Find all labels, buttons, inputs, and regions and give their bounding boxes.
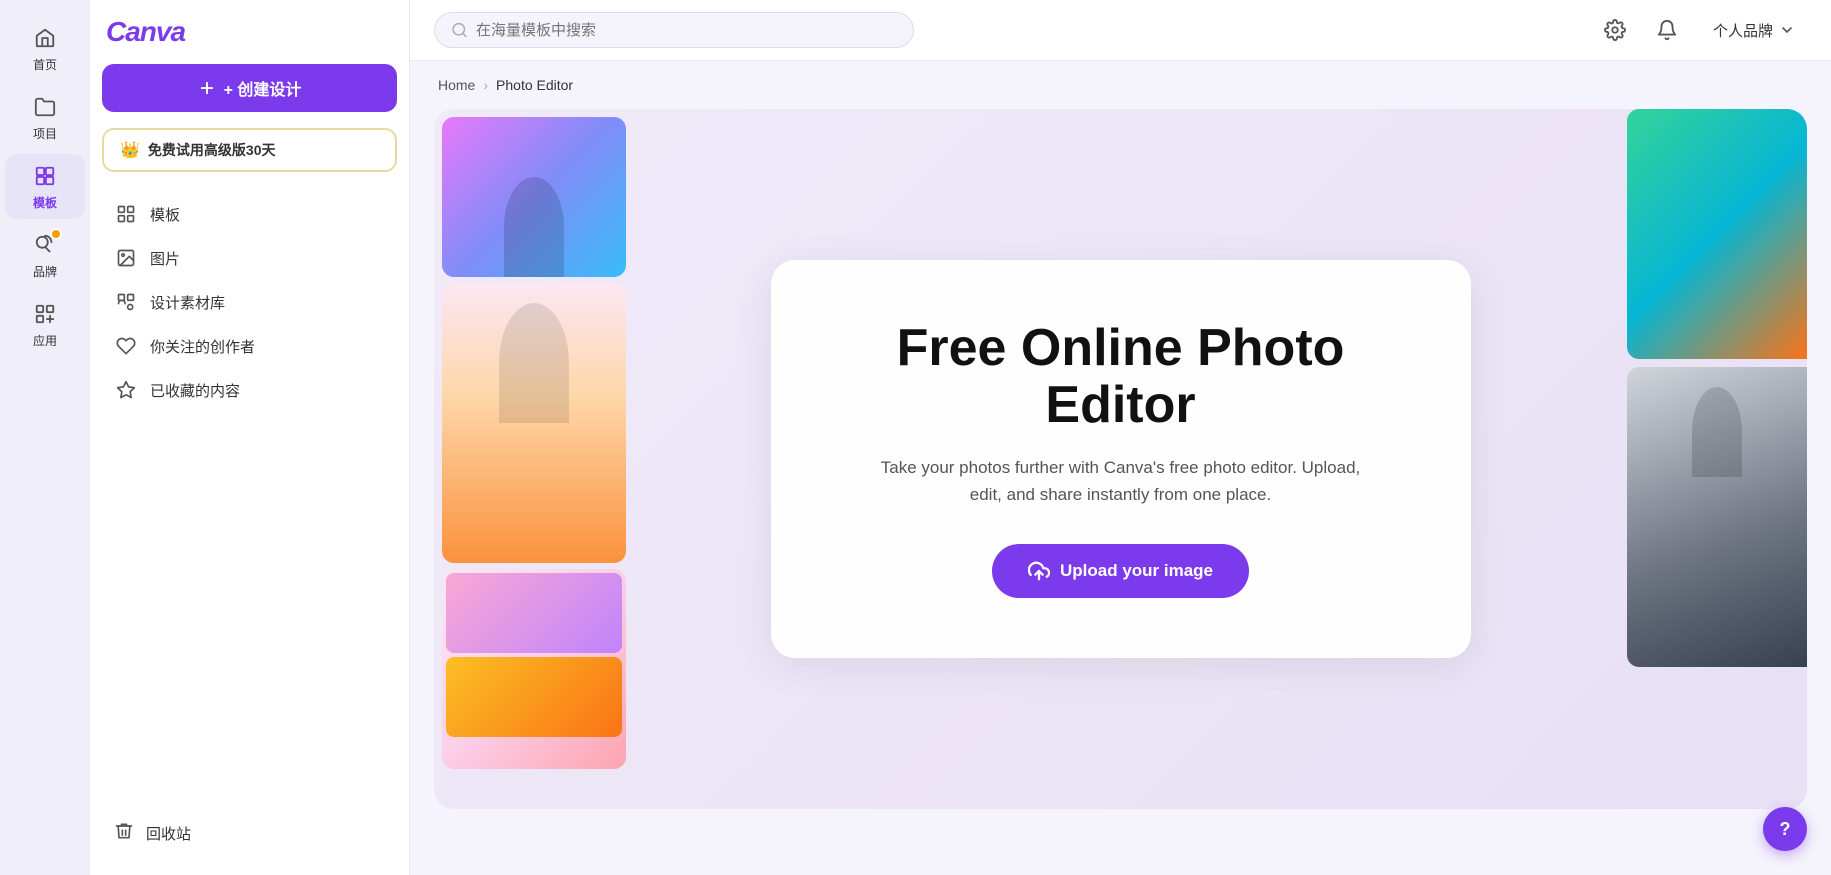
brand-label: 个人品牌 xyxy=(1713,20,1773,41)
nav-assets-label: 设计素材库 xyxy=(150,292,225,313)
search-bar[interactable] xyxy=(434,12,914,48)
images-nav-icon xyxy=(114,246,138,270)
help-button[interactable]: ? xyxy=(1763,807,1807,851)
nav-item-following[interactable]: 你关注的创作者 xyxy=(102,324,397,368)
trash-icon xyxy=(114,821,134,845)
topbar: 个人品牌 xyxy=(410,0,1831,61)
nav-item-images[interactable]: 图片 xyxy=(102,236,397,280)
gear-icon xyxy=(1604,19,1626,41)
upload-icon xyxy=(1028,560,1050,582)
hero-title: Free Online Photo Editor xyxy=(851,320,1391,434)
assets-nav-icon xyxy=(114,290,138,314)
breadcrumb-home[interactable]: Home xyxy=(438,77,475,93)
hero-card: Free Online Photo Editor Take your photo… xyxy=(771,260,1471,659)
nav-item-templates[interactable]: 模板 xyxy=(102,192,397,236)
home-icon xyxy=(31,24,59,52)
search-input[interactable] xyxy=(476,22,897,39)
upload-btn-label: Upload your image xyxy=(1060,561,1213,581)
nav-templates-label: 模板 xyxy=(150,204,180,225)
sidebar-item-projects[interactable]: 项目 xyxy=(5,85,85,150)
sidebar: 首页 项目 模板 品牌 xyxy=(0,0,90,875)
sidebar-item-brand-label: 品牌 xyxy=(33,263,57,280)
photo-card-1 xyxy=(442,117,626,277)
trial-label: 免费试用高级版30天 xyxy=(148,140,276,160)
saved-nav-icon xyxy=(114,378,138,402)
nav-saved-label: 已收藏的内容 xyxy=(150,380,240,401)
brand-icon xyxy=(31,231,59,259)
create-design-button[interactable]: + 创建设计 xyxy=(102,64,397,112)
sidebar-item-templates[interactable]: 模板 xyxy=(5,154,85,219)
following-nav-icon xyxy=(114,334,138,358)
topbar-right: 个人品牌 xyxy=(1597,12,1807,48)
templates-nav-icon xyxy=(114,202,138,226)
canva-logo: Canva xyxy=(102,16,397,48)
apps-icon xyxy=(31,300,59,328)
sidebar-item-apps-label: 应用 xyxy=(33,332,57,349)
crown-icon: 👑 xyxy=(120,140,140,160)
sidebar-item-home[interactable]: 首页 xyxy=(5,16,85,81)
sidebar-item-templates-label: 模板 xyxy=(33,194,57,211)
hero-subtitle: Take your photos further with Canva's fr… xyxy=(871,454,1371,508)
photo-card-2 xyxy=(442,283,626,563)
photo-collage-left xyxy=(434,109,634,809)
main-content: 个人品牌 Home › Photo Editor xyxy=(410,0,1831,875)
breadcrumb-separator: › xyxy=(483,77,488,93)
photo-card-3 xyxy=(442,569,626,769)
projects-icon xyxy=(31,93,59,121)
photo-right-2 xyxy=(1627,367,1807,667)
breadcrumb: Home › Photo Editor xyxy=(410,61,1831,109)
brand-button[interactable]: 个人品牌 xyxy=(1701,14,1807,47)
bell-icon xyxy=(1656,19,1678,41)
nav-images-label: 图片 xyxy=(150,248,180,269)
help-label: ? xyxy=(1780,819,1791,840)
left-panel: Canva + 创建设计 👑 免费试用高级版30天 模板 xyxy=(90,0,410,875)
nav-item-trash[interactable]: 回收站 xyxy=(102,811,397,855)
upload-image-button[interactable]: Upload your image xyxy=(992,544,1249,598)
photo-right-1 xyxy=(1627,109,1807,359)
nav-item-assets[interactable]: 设计素材库 xyxy=(102,280,397,324)
notification-button[interactable] xyxy=(1649,12,1685,48)
sidebar-item-apps[interactable]: 应用 xyxy=(5,292,85,357)
trash-label: 回收站 xyxy=(146,823,191,844)
templates-icon xyxy=(31,162,59,190)
hero-section: Free Online Photo Editor Take your photo… xyxy=(434,109,1807,809)
settings-button[interactable] xyxy=(1597,12,1633,48)
create-btn-label: + 创建设计 xyxy=(224,76,302,100)
nav-item-saved[interactable]: 已收藏的内容 xyxy=(102,368,397,412)
sidebar-item-brand[interactable]: 品牌 xyxy=(5,223,85,288)
brand-badge xyxy=(50,228,62,240)
trial-button[interactable]: 👑 免费试用高级版30天 xyxy=(102,128,397,172)
sidebar-item-home-label: 首页 xyxy=(33,56,57,73)
breadcrumb-current: Photo Editor xyxy=(496,77,573,93)
photo-collage-right xyxy=(1627,109,1807,809)
sidebar-item-projects-label: 项目 xyxy=(33,125,57,142)
page-area: Home › Photo Editor xyxy=(410,61,1831,875)
search-icon xyxy=(451,21,468,39)
chevron-down-icon xyxy=(1779,22,1795,38)
nav-following-label: 你关注的创作者 xyxy=(150,336,255,357)
